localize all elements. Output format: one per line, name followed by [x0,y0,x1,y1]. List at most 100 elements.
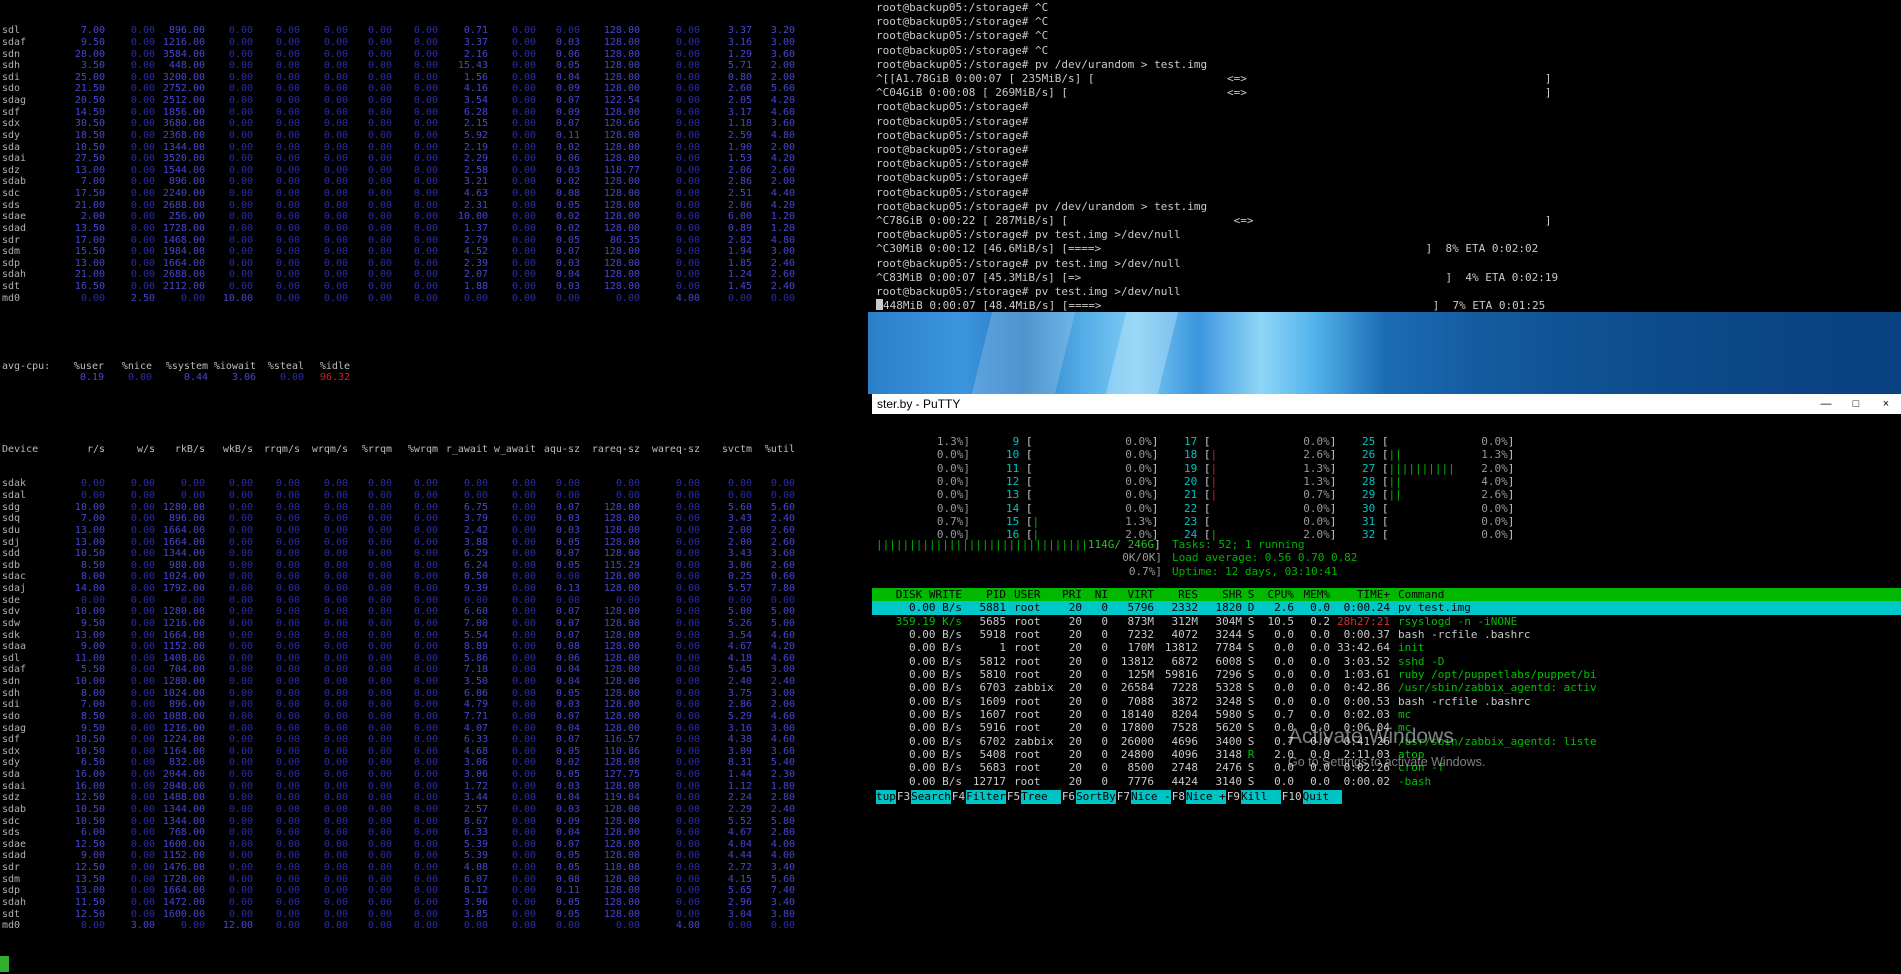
wallpaper-light-beam [1105,312,1178,394]
htop-cpu-meters: 1.3%] 9 [ 0.0%] 17 [ 0.0%] 25 [ 0.0%] 0.0%]… [876,435,1540,542]
putty-title-bar[interactable]: ster.by - PuTTY — □ × [872,394,1901,414]
process-row[interactable]: 0.00 B/s 5812 root 20 0 13812 6872 6008 S 0.0 0.0 3… [872,655,1901,668]
iostat-row: sdz 12.50 0.00 1488.00 0.00 0.00 0.00 0.00 0.00 3… [2,792,795,804]
function-key-label[interactable]: SortBy [1076,790,1116,804]
load-average: Load average: 0.56 0.70 0.82 [1172,551,1358,565]
iostat-row: sdl 11.00 0.00 1408.00 0.00 0.00 0.00 0.00 0.00 5… [2,652,795,664]
process-row[interactable]: 0.00 B/s 5810 root 20 0 125M 59816 7296 S 0.0 0.0 1… [872,668,1901,681]
iostat-row: sdal 0.00 0.00 0.00 0.00 0.00 0.00 0.00 0.00 0.00… [2,490,795,501]
process-row[interactable]: 0.00 B/s 1609 root 20 0 7088 3872 3248 S 0.0 0.0 0:… [872,695,1901,708]
process-row[interactable]: 359.19 K/s 5685 root 20 0 873M 312M 304M S 10.5 0.… [872,615,1901,628]
iostat-row: sdy 18.50 0.00 2368.00 0.00 0.00 0.00 0.00 0.00 5… [2,129,795,141]
iostat-row: sde 0.00 0.00 0.00 0.00 0.00 0.00 0.00 0.00 0.00 0… [2,594,795,606]
shell-line: root@backup05:/storage# [876,185,1029,199]
watermark-subtitle: Go to Settings to activate Windows. [1288,755,1486,769]
iostat-row: sdab 10.50 0.00 1344.00 0.00 0.00 0.00 0.00 0.00… [2,803,795,815]
cpu-meter-row: 0.0%] 11 [ 0.0%] 19 [| 1.3%] 27 [||||||||||… [936,461,1515,475]
process-row[interactable]: 0.00 B/s 1 root 20 0 170M 13812 7784 S 0.0 0.0 33:4… [872,641,1901,654]
iostat-row: sdz 13.00 0.00 1544.00 0.00 0.00 0.00 0.00 0.00 2… [2,164,795,176]
iostat-row: sdae 12.50 0.00 1600.00 0.00 0.00 0.00 0.00 0.00… [2,838,795,850]
iostat-row: sdt 12.50 0.00 1600.00 0.00 0.00 0.00 0.00 0.00 3… [2,908,795,920]
iostat-row: sdac 8.00 0.00 1024.00 0.00 0.00 0.00 0.00 0.00 0… [2,571,795,583]
shell-line: root@backup05:/storage# ^C [876,29,1049,43]
shell-line: root@backup05:/storage# pv /dev/urandom … [876,57,1208,71]
shell-line: root@backup05:/storage# [876,171,1029,185]
iostat-row: sda 10.50 0.00 1344.00 0.00 0.00 0.00 0.00 0.00 2… [2,141,795,153]
cpu-meter-row: 0.7%] 15 [| 1.3%] 23 [ 0.0%] 31 [ 0.0%] [936,515,1515,529]
function-key-label[interactable]: Kill [1241,790,1281,804]
iostat-terminal[interactable]: sdl 7.00 0.00 896.00 0.00 0.00 0.00 0.00 0.00 0.7… [0,0,868,974]
iostat-row: sdp 13.00 0.00 1664.00 0.00 0.00 0.00 0.00 0.00 2… [2,257,795,269]
iostat-row: sdq 7.00 0.00 896.00 0.00 0.00 0.00 0.00 0.00 3.7… [2,513,795,525]
function-key-label[interactable]: Filter [966,790,1006,804]
avg-cpu-values-row: 0.19 0.00 0.44 3.06 0.00 96.32 [79,372,350,384]
iostat-row: sdn 28.00 0.00 3584.00 0.00 0.00 0.00 0.00 0.00 2… [2,48,795,60]
iostat-row: sda 16.00 0.00 2044.00 0.00 0.00 0.00 0.00 0.00 3… [2,769,795,780]
function-key: F6 [1061,790,1076,803]
process-row[interactable]: 0.00 B/s 5918 root 20 0 7232 4072 3244 S 0.0 0.0 0:… [872,628,1901,641]
avg-cpu-header-row: avg-cpu: %user %nice %system %iowait %steal %i… [2,360,350,372]
iostat-row: sdo 21.50 0.00 2752.00 0.00 0.00 0.00 0.00 0.00 4… [2,83,795,95]
io-meter: 0.7%] Uptime: 12 days, 03:10:41 [1128,564,1338,578]
function-key: F4 [951,790,966,803]
iostat-row: sdo 8.50 0.00 1088.00 0.00 0.00 0.00 0.00 0.00 7.… [2,710,795,722]
desktop-wallpaper[interactable] [868,312,1901,394]
maximize-button[interactable]: □ [1841,394,1871,414]
iostat-avg-cpu: avg-cpu: %user %nice %system %iowait %steal %i… [0,361,868,384]
process-row[interactable]: 0.00 B/s 12717 root 20 0 7776 4424 3140 S 0.0 0.0 0… [872,775,1901,788]
function-key-label[interactable]: Search [911,790,951,804]
cpu-meter-row: 0.0%] 10 [ 0.0%] 18 [| 2.6%] 26 [|| 1.3%] [936,448,1515,462]
iostat-row: sdaa 9.00 0.00 1152.00 0.00 0.00 0.00 0.00 0.00 8… [2,641,795,653]
iostat-row: sdah 21.00 0.00 2688.00 0.00 0.00 0.00 0.00 0.00… [2,269,795,281]
iostat-row: sdc 10.50 0.00 1344.00 0.00 0.00 0.00 0.00 0.00 8… [2,815,795,827]
process-table-header[interactable]: DISK WRITE PID USER PRI NI VIRT RES SHR S CPU% MEM… [872,588,1901,602]
iostat-row: sdx 10.50 0.00 1164.00 0.00 0.00 0.00 0.00 0.00 4… [2,745,795,757]
memory-meter: ||||||||||||||||||||||||||||||||114G/ 24… [876,538,1305,551]
function-key: F9 [1226,790,1241,803]
shell-line: ^C78GiB 0:00:22 [ 287MiB/s] [ <=> ] [876,214,1552,228]
process-row[interactable]: 0.00 B/s 1607 root 20 0 18140 8204 5980 S 0.7 0.0 0… [872,708,1901,721]
shell-terminal[interactable]: root@backup05:/storage# ^C root@backup05:… [872,0,1901,312]
process-row[interactable]: 0.00 B/s 5881 root 20 0 5796 2332 1820 D 2.6 0.0 0:… [872,601,1901,615]
shell-line: ^C83MiB 0:00:07 [45.3MiB/s] [=> ] 4% ETA… [876,270,1559,284]
iostat-row: sdj 13.00 0.00 1664.00 0.00 0.00 0.00 0.00 0.00 3… [2,536,795,548]
tasks-summary: Tasks: 52; 1 running [1172,538,1305,551]
iostat-row: sdw 9.50 0.00 1216.00 0.00 0.00 0.00 0.00 0.00 7.… [2,617,795,629]
iostat-row: sdh 8.00 0.00 1024.00 0.00 0.00 0.00 0.00 0.00 6.… [2,687,795,699]
function-key: F7 [1116,790,1131,803]
iostat-row: md0 0.00 3.00 0.00 12.00 0.00 0.00 0.00 0.00 0.00… [2,920,795,932]
iostat-header: Device r/s w/s rkB/s wkB/s rrqm/s wrqm/s %rrqm%… [0,444,868,456]
iostat-row: sdx 30.50 0.00 3680.00 0.00 0.00 0.00 0.00 0.00 2… [2,118,795,130]
shell-line: root@backup05:/storage# ^C [876,1,1049,14]
swap-meter: 0K/0K] Load average: 0.56 0.70 0.82 [1122,551,1358,565]
iostat-row: sdah 11.50 0.00 1472.00 0.00 0.00 0.00 0.00 0.00… [2,896,795,908]
putty-window-title: ster.by - PuTTY [877,397,961,411]
iostat-row: sdi 25.00 0.00 3200.00 0.00 0.00 0.00 0.00 0.00 1… [2,71,795,83]
iostat-row: sdv 10.00 0.00 1280.00 0.00 0.00 0.00 0.00 0.00 6… [2,606,795,618]
iostat-row: sdk 13.00 0.00 1664.00 0.00 0.00 0.00 0.00 0.00 5… [2,629,795,641]
shell-line: ^C04GiB 0:00:08 [ 269MiB/s] [ <=> ] [876,86,1552,100]
iostat-row: sdad 13.50 0.00 1728.00 0.00 0.00 0.00 0.00 0.00… [2,222,795,234]
close-button[interactable]: × [1871,394,1901,414]
minimize-button[interactable]: — [1811,394,1841,414]
function-key: F10 [1281,790,1302,803]
htop-screen[interactable]: 1.3%] 9 [ 0.0%] 17 [ 0.0%] 25 [ 0.0%] 0.0%]… [872,414,1901,974]
function-key-label[interactable]: Tree [1021,790,1061,804]
function-key-label[interactable]: Quit [1302,790,1343,804]
desktop-screen: sdl 7.00 0.00 896.00 0.00 0.00 0.00 0.00 0.00 0.7… [0,0,1901,974]
cpu-meter-row: 0.0%] 13 [ 0.0%] 21 [| 0.7%] 29 [|| 2.6%] [936,488,1515,502]
iostat-table-previous: sdl 7.00 0.00 896.00 0.00 0.00 0.00 0.00 0.00 0.7… [0,25,868,304]
process-row[interactable]: 0.00 B/s 6703 zabbix 20 0 26584 7228 5328 S 0.0 0.… [872,681,1901,694]
iostat-row: sdf 14.50 0.00 1856.00 0.00 0.00 0.00 0.00 0.00 6… [2,106,795,118]
iostat-row: sds 21.00 0.00 2688.00 0.00 0.00 0.00 0.00 0.00 2… [2,199,795,211]
function-key-label[interactable]: Nice - [1131,790,1171,804]
iostat-header-row: Device r/s w/s rkB/s wkB/s rrqm/s wrqm/s %rrqm%… [2,443,795,455]
shell-line: root@backup05:/storage# pv test.img >/de… [876,256,1181,270]
iostat-row: sdd 10.50 0.00 1344.00 0.00 0.00 0.00 0.00 0.00 6… [2,548,795,560]
iostat-row: sdl 7.00 0.00 896.00 0.00 0.00 0.00 0.00 0.00 0.7… [2,25,795,37]
shell-line: root@backup05:/storage# ^C [876,15,1049,29]
function-key-label[interactable]: tup [876,790,896,804]
iostat-row: sdr 17.00 0.00 1468.00 0.00 0.00 0.00 0.00 0.00 2… [2,234,795,246]
cpu-meter-row: 1.3%] 9 [ 0.0%] 17 [ 0.0%] 25 [ 0.0%] [936,435,1515,448]
function-key-label[interactable]: Nice + [1186,790,1226,804]
